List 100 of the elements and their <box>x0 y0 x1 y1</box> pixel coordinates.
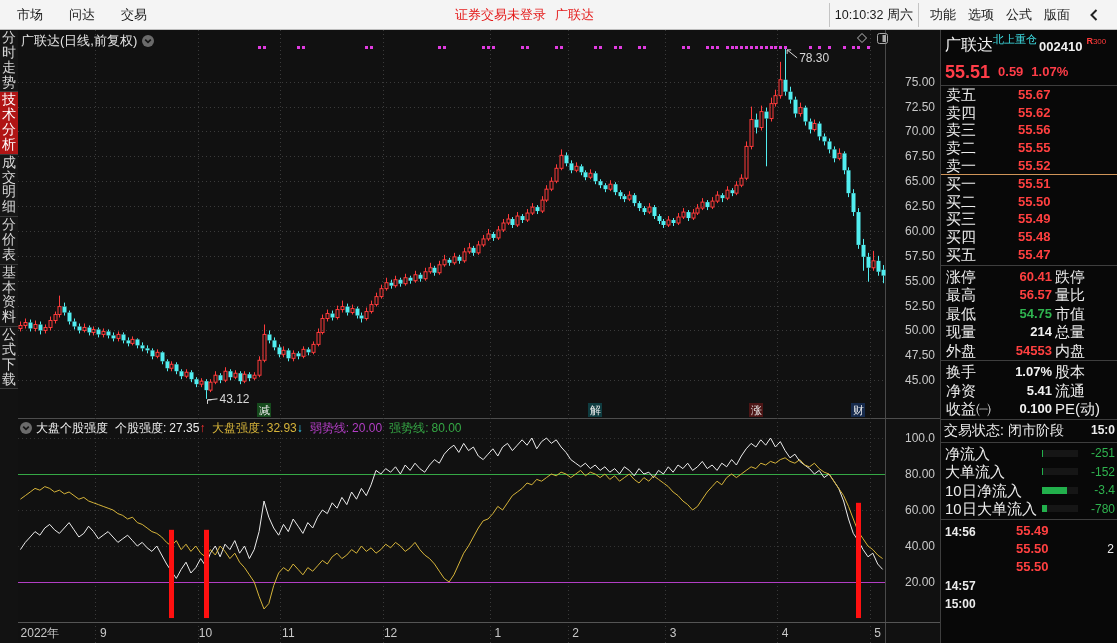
price-extreme-label: 78.30 <box>799 50 830 65</box>
price-axis-label: 45.00 <box>904 373 935 388</box>
annotation-arrow <box>786 49 798 59</box>
legend-value: 80.00 <box>431 421 462 435</box>
date-axis-label: 2 <box>572 626 580 640</box>
indicator-axis-label: 20.00 <box>904 575 935 590</box>
percent-change: 1.07% <box>1031 63 1069 80</box>
order-price: 55.52 <box>1018 156 1051 174</box>
flow-value: -3.4 <box>1093 482 1116 499</box>
date-axis-label: 3 <box>669 626 677 640</box>
side-tab[interactable]: 基本资料 <box>0 264 18 328</box>
stat-label: 外盘 <box>945 341 977 359</box>
trade-time: 15:0 <box>1090 422 1115 440</box>
stock-code: 002410 <box>1039 38 1083 55</box>
side-tab[interactable]: 成交明细 <box>0 154 18 218</box>
stat-label: 涨停 <box>945 267 977 285</box>
price-axis-label: 57.50 <box>904 248 935 263</box>
panel-toggle-icon[interactable] <box>877 33 888 44</box>
flow-label: 10日大单流入 <box>944 500 1038 518</box>
indicator-axis-label: 60.00 <box>904 503 935 517</box>
order-level-label: 卖二 <box>945 139 977 157</box>
order-level-label: 买四 <box>945 228 977 246</box>
order-level-label: 卖四 <box>945 103 977 121</box>
flow-label: 10日净流入 <box>944 481 1023 499</box>
side-tab[interactable]: 公式下载 <box>0 327 18 390</box>
flow-label: 净流入 <box>944 444 991 462</box>
tick-time: 14:56 <box>945 524 976 539</box>
event-marker[interactable]: 解 <box>588 403 602 417</box>
stat-value: 56.57 <box>1018 286 1053 304</box>
date-axis-label: 10 <box>198 626 213 640</box>
date-axis-label: 9 <box>99 626 107 640</box>
diamond-icon[interactable] <box>857 33 867 43</box>
price-axis-label: 62.50 <box>904 199 935 214</box>
tick-time: 14:57 <box>945 578 976 593</box>
order-level-label: 卖三 <box>945 121 977 139</box>
order-price: 55.50 <box>1018 192 1051 210</box>
menu-item[interactable]: 功能 <box>930 4 956 25</box>
order-price: 55.48 <box>1018 228 1051 246</box>
stat-label: 最低 <box>945 304 977 322</box>
side-tab[interactable]: 分价表 <box>0 217 18 265</box>
stock-name: 广联达 <box>555 5 594 24</box>
menu-item[interactable]: 公式 <box>1006 4 1032 25</box>
menu-item[interactable]: 交易 <box>121 4 147 25</box>
order-level-label: 买一 <box>945 175 977 193</box>
tick-price: 55.50 <box>1016 540 1049 557</box>
menu-item[interactable]: 选项 <box>968 4 994 25</box>
order-price: 55.56 <box>1018 121 1051 139</box>
indicator-axis-label: 80.00 <box>904 467 935 481</box>
holding-tag: 北上重仓 <box>993 33 1037 46</box>
stat-value: 0.100 <box>1018 400 1053 418</box>
flow-label: 大单流入 <box>944 463 1006 481</box>
login-notice: 证券交易未登录 <box>455 5 546 24</box>
date-axis-label: 11 <box>282 626 295 640</box>
stat-label: 换手 <box>945 363 977 381</box>
order-level-label: 卖一 <box>945 156 977 174</box>
price-axis-label: 50.00 <box>904 323 935 338</box>
event-marker[interactable]: 减 <box>257 403 271 417</box>
clock: 10:10:32 周六 <box>828 2 919 27</box>
stat-value: 1.07% <box>1014 363 1053 381</box>
menu-item[interactable]: 市场 <box>17 4 43 25</box>
event-marker[interactable]: 涨 <box>749 403 763 417</box>
tick-price: 55.49 <box>1016 522 1049 539</box>
price-axis-label: 65.00 <box>904 174 935 189</box>
indicator-name: 大盘个股强度 <box>36 421 108 435</box>
stat-label: 净资 <box>945 381 977 399</box>
tick-volume: 2 <box>1107 540 1115 557</box>
order-level-label: 买三 <box>945 210 977 228</box>
stat-label: 跌停 <box>1055 267 1085 285</box>
stat-label: 流通 <box>1055 381 1085 399</box>
stat-label: 市值 <box>1055 304 1085 322</box>
event-marker[interactable]: 财 <box>851 403 865 417</box>
stat-value: 54553 <box>1014 341 1053 359</box>
menu-item[interactable]: 问达 <box>69 4 95 25</box>
legend-label: 强势线: <box>389 421 429 435</box>
legend-label: 大盘强度: <box>212 421 264 435</box>
stat-label: 最高 <box>945 286 977 304</box>
date-axis-label: 12 <box>383 626 398 640</box>
annotation-arrow <box>207 398 219 405</box>
side-tab[interactable]: 分时走势 <box>0 30 18 93</box>
order-price: 55.62 <box>1018 103 1051 121</box>
tick-time: 15:00 <box>945 596 976 611</box>
stat-label: 股本 <box>1055 363 1085 381</box>
stat-value: 54.75 <box>1018 304 1053 322</box>
dropdown-icon[interactable] <box>20 422 32 434</box>
stat-label: 总量 <box>1055 323 1085 341</box>
legend-label: 个股强度: <box>115 421 167 435</box>
stat-label: 量比 <box>1055 286 1085 304</box>
chevron-left-icon[interactable] <box>1090 8 1098 21</box>
order-level-label: 卖五 <box>945 86 977 104</box>
stat-value: 5.41 <box>1025 381 1053 399</box>
trend-arrow: ↑ <box>199 421 206 435</box>
stat-value: 214 <box>1029 323 1053 341</box>
menu-item[interactable]: 版面 <box>1044 4 1070 25</box>
stat-label: 收益㈠ <box>945 400 989 418</box>
dropdown-icon[interactable] <box>142 34 155 47</box>
side-tab[interactable]: 技术分析 <box>0 92 18 155</box>
order-price: 55.55 <box>1018 139 1051 157</box>
stat-label: 现量 <box>945 323 977 341</box>
date-axis-label: 4 <box>781 626 789 640</box>
price-axis-label: 47.50 <box>904 348 935 363</box>
